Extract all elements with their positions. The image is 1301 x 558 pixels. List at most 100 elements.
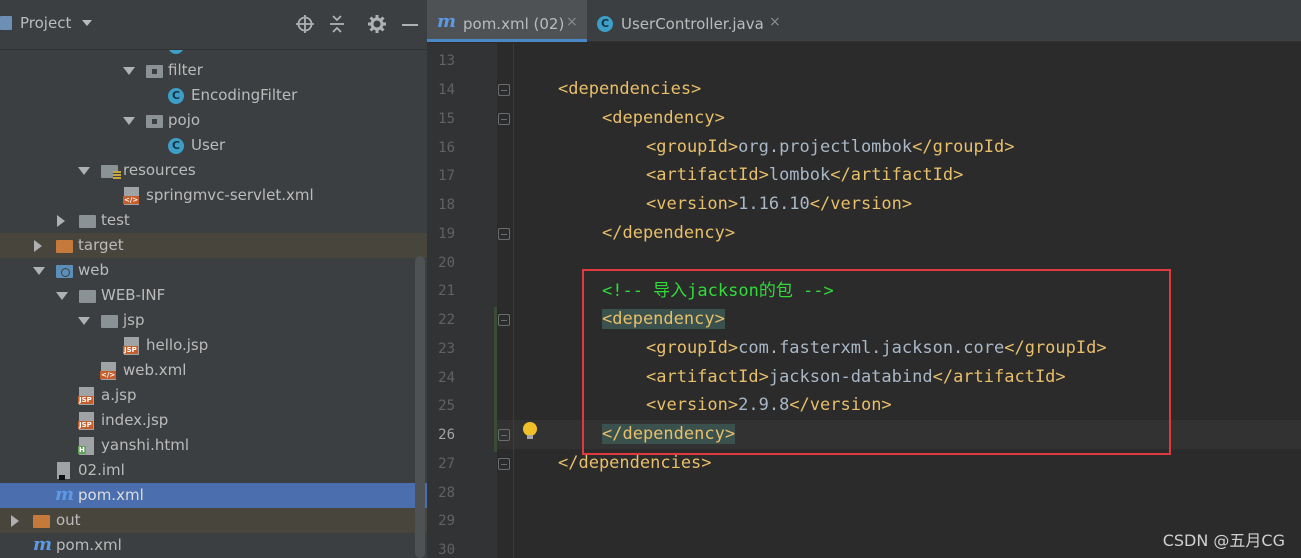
folder-icon [79,290,96,303]
tree-item-label: WEB-INF [101,286,166,304]
tree-item-out[interactable]: out [0,508,427,533]
tree-item-label: target [78,236,124,254]
tree-item-yanshi-html[interactable]: H yanshi.html [0,433,427,458]
xml-tag: <dependency> [602,108,725,128]
expand-arrow-icon[interactable] [78,317,90,325]
tree-item-label: User [191,136,226,154]
maven-icon: m [33,534,53,555]
expand-arrow-icon[interactable] [123,117,135,125]
tree-item-label: out [56,511,81,529]
xml-file-icon: </> [100,362,117,380]
expand-arrow-icon[interactable] [56,292,68,300]
collapse-icon[interactable] [326,12,348,36]
folder-icon [79,215,96,228]
tree-item-pom-xml[interactable]: m pom.xml [0,533,427,558]
tree-item-label: web [78,261,110,279]
tree-item-02-iml[interactable]: 02.iml [0,458,427,483]
collapse-arrow-icon[interactable] [11,515,19,527]
tree-item-resources[interactable]: resources [0,158,427,183]
xml-text: lombok [768,165,831,185]
xml-tag: </dependencies> [558,453,712,473]
iml-file-icon [57,462,70,480]
tree-item-web[interactable]: web [0,258,427,283]
maven-icon: m [55,484,75,505]
expand-arrow-icon[interactable] [78,167,90,175]
resources-folder-icon [101,165,121,180]
editor[interactable]: m pom.xml (02) × C UserController.java ×… [427,0,1301,558]
xml-tag: </dependency> [602,223,736,243]
tree-item-label: filter [168,61,203,79]
code-line-27: </dependencies> [558,452,712,474]
tree-item-label: EncodingFilter [191,86,298,104]
code-line-16: <groupId>org.projectlombok</groupId> [646,136,1014,158]
tree-item-target[interactable]: target [0,233,427,258]
tree-item-jsp[interactable]: jsp [0,308,427,333]
xml-text: org.projectlombok [738,137,913,157]
excluded-folder-icon [33,515,50,528]
crosshair-icon[interactable] [294,12,316,36]
tree-item-label: pojo [168,111,201,129]
tree-item-label: pom.xml [78,486,144,504]
jsp-file-icon: JSP [78,412,94,430]
tree-item-pom-xml-selected[interactable]: m pom.xml [0,483,427,508]
jsp-file-icon: JSP [78,387,94,405]
tree-item-a-jsp[interactable]: JSP a.jsp [0,383,427,408]
tree-item-label: 02.iml [78,461,125,479]
tree-item-label: jsp [123,311,145,329]
xml-tag: <version> [646,194,739,214]
xml-tag: </version> [809,194,913,214]
jsp-file-icon: JSP [123,337,139,355]
class-icon: C [168,88,184,104]
dropdown-arrow-icon[interactable] [82,20,92,26]
code-line-17: <artifactId>lombok</artifactId> [646,164,963,186]
xml-file-icon: </> [123,187,140,205]
tree-item-label: resources [123,161,196,179]
tree-item-springmvc-servlet[interactable]: </> springmvc-servlet.xml [0,183,427,208]
code-line-18: <version>1.16.10</version> [646,193,912,215]
project-icon [0,16,12,30]
code-line-19: </dependency> [602,222,735,244]
project-panel: C UserController filter C EncodingFilter… [0,0,427,558]
collapse-arrow-icon[interactable] [57,215,65,227]
xml-tag: <artifactId> [646,165,769,185]
tree-item-label: springmvc-servlet.xml [146,186,314,204]
xml-tag: </groupId> [912,137,1015,157]
xml-text: 1.16.10 [738,194,810,214]
tree-item-test[interactable]: test [0,208,427,233]
tree-item-label: index.jsp [101,411,169,429]
code-line-15: <dependency> [602,107,725,129]
xml-tag: </artifactId> [830,165,964,185]
tree-item-filter[interactable]: filter [0,58,427,83]
tree-item-web-xml[interactable]: </> web.xml [0,358,427,383]
package-icon [146,115,163,128]
minimize-icon[interactable] [399,12,421,36]
project-scrollbar[interactable] [415,256,425,558]
gear-icon[interactable] [366,12,388,36]
expand-arrow-icon[interactable] [123,67,135,75]
tree-item-encodingfilter[interactable]: C EncodingFilter [0,83,427,108]
xml-tag: <dependencies> [558,79,702,99]
annotation-highlight-box [582,269,1171,455]
tree-item-label: test [101,211,130,229]
tree-item-label: a.jsp [101,386,137,404]
folder-icon [101,315,118,328]
tree-item-label: pom.xml [56,536,122,554]
watermark: CSDN @五月CG [1162,531,1285,550]
tree-item-label: web.xml [123,361,187,379]
xml-tag: <groupId> [646,137,739,157]
project-panel-title[interactable]: Project [20,14,71,32]
collapse-arrow-icon[interactable] [34,240,42,252]
project-panel-header: Project [0,0,427,50]
tree-item-web-inf[interactable]: WEB-INF [0,283,427,308]
tree-item-index-jsp[interactable]: JSP index.jsp [0,408,427,433]
tree-item-pojo[interactable]: pojo [0,108,427,133]
code-line-14: <dependencies> [558,78,701,100]
web-folder-icon [56,265,73,278]
tree-item-user[interactable]: C User [0,133,427,158]
tree-item-hello-jsp[interactable]: JSP hello.jsp [0,333,427,358]
tree-item-label: yanshi.html [101,436,190,454]
html-file-icon: H [78,437,94,455]
expand-arrow-icon[interactable] [33,267,45,275]
tree-item-label: hello.jsp [146,336,209,354]
package-icon [146,65,163,78]
